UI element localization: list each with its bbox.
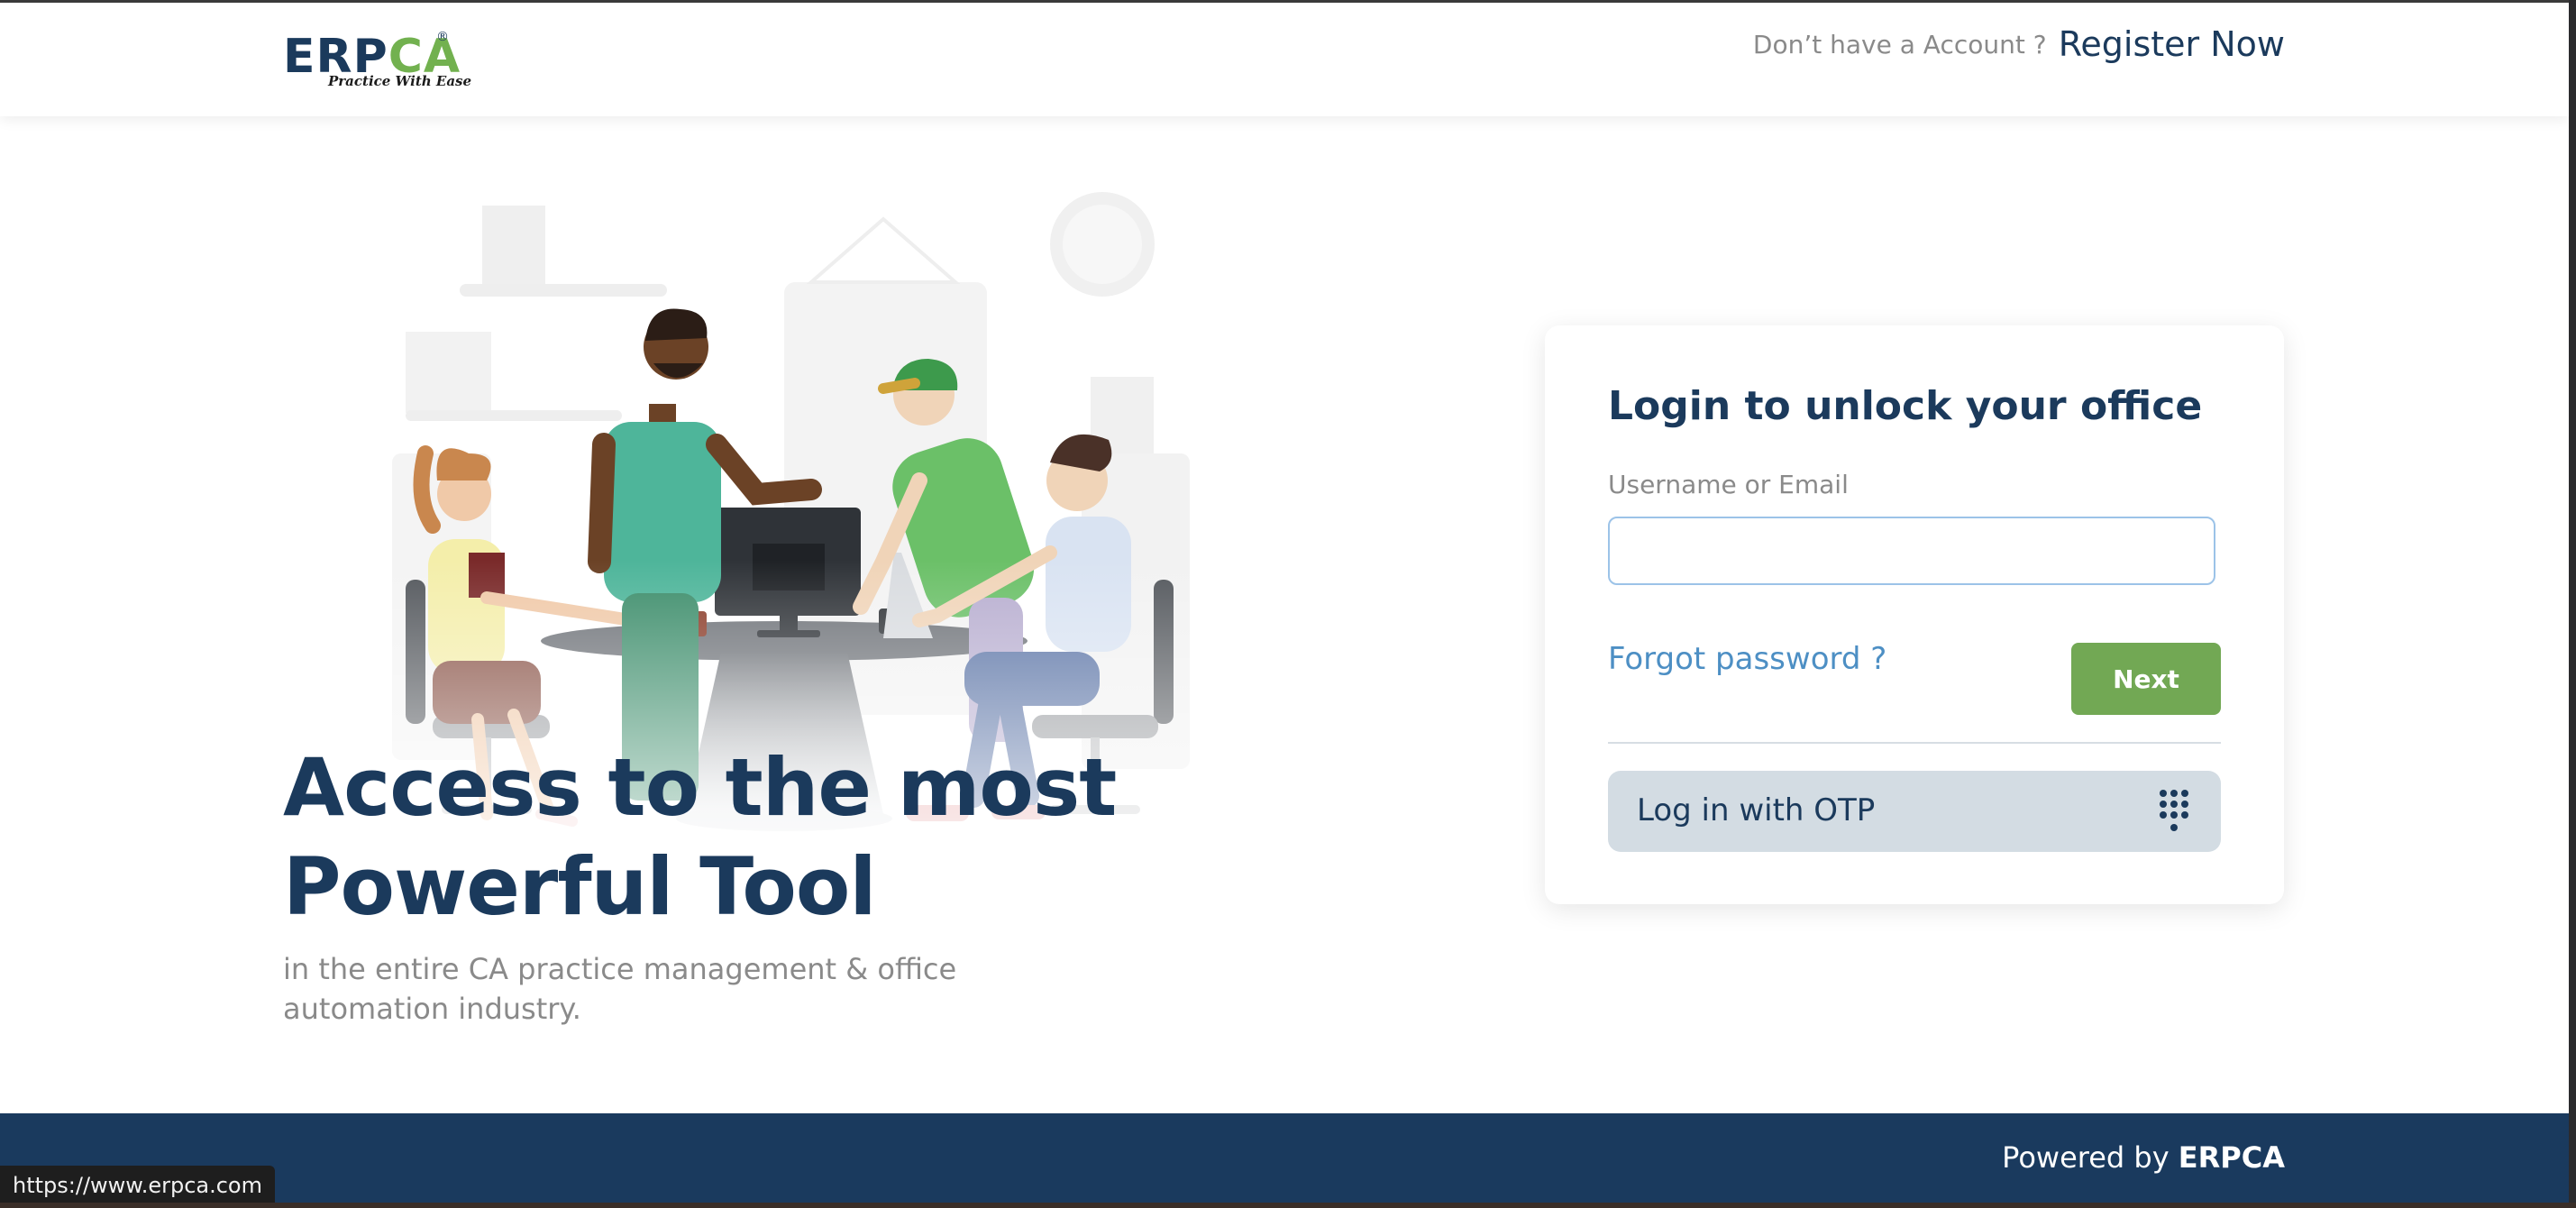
login-with-otp-button[interactable]: Log in with OTP bbox=[1608, 771, 2221, 852]
registered-mark-icon: ® bbox=[436, 30, 449, 44]
hero-subtitle: in the entire CA practice management & o… bbox=[283, 949, 1058, 1029]
username-input[interactable] bbox=[1608, 517, 2215, 585]
register-now-link[interactable]: Register Now bbox=[2059, 24, 2285, 64]
powered-by-label: Powered by bbox=[2002, 1140, 2170, 1175]
keypad-icon bbox=[2160, 790, 2188, 831]
username-label: Username or Email bbox=[1608, 470, 1849, 499]
erpca-logo[interactable]: ERPCA ® Practice With Ease bbox=[283, 28, 471, 93]
hero-heading: Access to the most Powerful Tool bbox=[283, 738, 1184, 937]
powered-by-text: Powered by ERPCA bbox=[2002, 1140, 2285, 1175]
otp-button-label: Log in with OTP bbox=[1637, 792, 1876, 828]
next-button[interactable]: Next bbox=[2071, 643, 2221, 715]
hero-heading-line1: Access to the most bbox=[283, 741, 1117, 834]
hero-subtitle-line2: automation industry. bbox=[283, 992, 581, 1026]
divider bbox=[1608, 742, 2221, 744]
login-title: Login to unlock your office bbox=[1608, 383, 2203, 429]
hero-subtitle-line1: in the entire CA practice management & o… bbox=[283, 952, 957, 986]
register-area: Don’t have a Account ? Register Now bbox=[1753, 24, 2285, 64]
browser-page: ERPCA ® Practice With Ease Don’t have a … bbox=[0, 0, 2569, 1206]
footer: Powered by ERPCA bbox=[0, 1113, 2569, 1206]
powered-by-brand[interactable]: ERPCA bbox=[2179, 1140, 2285, 1175]
top-header: ERPCA ® Practice With Ease Don’t have a … bbox=[0, 3, 2569, 116]
register-question: Don’t have a Account ? bbox=[1752, 29, 2047, 59]
logo-tagline: Practice With Ease bbox=[328, 73, 472, 89]
link-hover-status-url: https://www.erpca.com bbox=[0, 1166, 275, 1205]
desktop-edge bbox=[0, 1203, 2576, 1208]
hero-heading-line2: Powerful Tool bbox=[283, 840, 876, 933]
login-card: Login to unlock your office Username or … bbox=[1545, 325, 2284, 904]
window-edge bbox=[2569, 0, 2576, 1208]
forgot-password-link[interactable]: Forgot password ? bbox=[1608, 641, 1886, 677]
